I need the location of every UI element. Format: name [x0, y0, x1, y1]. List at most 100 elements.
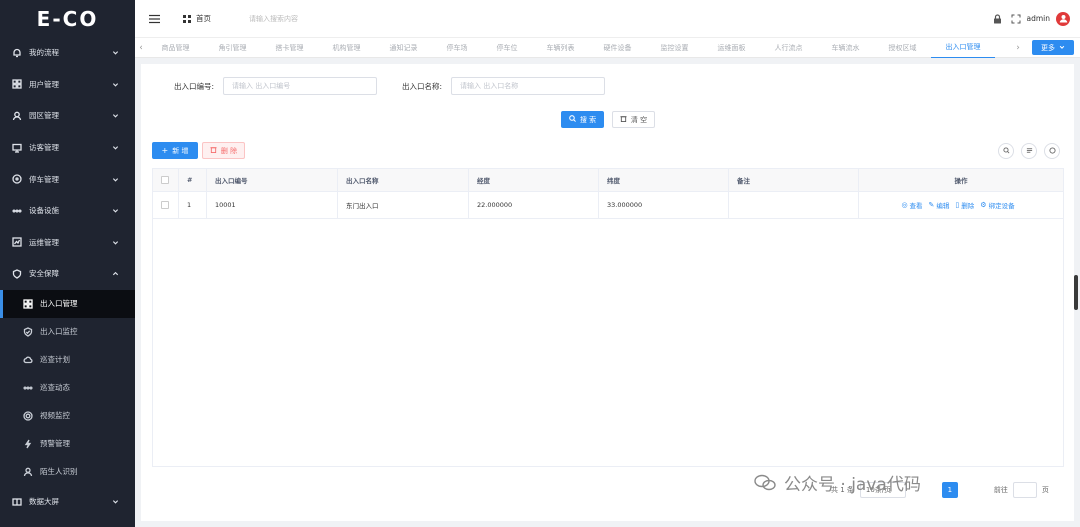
delete-button[interactable]: 删 除: [202, 142, 245, 159]
name-filter-input[interactable]: [451, 77, 605, 95]
plus-icon: +: [161, 146, 169, 155]
edit-action[interactable]: ✎ 编辑: [929, 200, 950, 210]
toggle-search-button[interactable]: [998, 143, 1014, 159]
refresh-icon: [1026, 147, 1033, 156]
table-header: # 出入口编号 出入口名称 经度 纬度 备注 操作: [153, 169, 1063, 192]
row-checkbox[interactable]: [161, 201, 169, 209]
tab-item[interactable]: 通知记录: [375, 37, 432, 58]
sidebar-subitem-3[interactable]: 巡查动态: [0, 374, 135, 402]
view-action[interactable]: ◎ 查看: [901, 200, 922, 210]
tab-item[interactable]: 硬件设备: [589, 37, 646, 58]
tab-item[interactable]: 出入口管理: [931, 37, 995, 58]
sidebar-subitem-2[interactable]: 巡查计划: [0, 346, 135, 374]
screen-icon: [11, 496, 23, 508]
chevron-down-icon: [111, 144, 119, 152]
goto-input[interactable]: [1012, 482, 1037, 498]
tab-item[interactable]: 停车场: [432, 37, 482, 58]
code-filter-input[interactable]: [223, 77, 377, 95]
sidebar-subitem-6[interactable]: 陌生人识别: [0, 458, 135, 486]
delete-action-label: 删除: [961, 202, 975, 210]
sidebar-item-label: 我的流程: [29, 48, 59, 58]
sidebar-subitem-label: 视频监控: [40, 411, 70, 421]
clear-button[interactable]: 清 空: [612, 111, 655, 128]
filter-form: 出入口编号: 出入口名称:: [141, 77, 1074, 95]
sidebar-item-4[interactable]: 停车管理: [0, 163, 135, 195]
user-name[interactable]: admin: [1027, 14, 1051, 23]
tab-item[interactable]: 机构管理: [318, 37, 375, 58]
top-header: 首页 admin: [135, 0, 1080, 37]
search-icon: [569, 115, 576, 124]
sidebar-subitem-label: 巡查计划: [40, 355, 70, 365]
breadcrumb-home-label: 首页: [196, 14, 211, 23]
sidebar-item-6[interactable]: 运维管理: [0, 227, 135, 259]
search-icon: [1048, 146, 1056, 156]
tab-item[interactable]: 商品管理: [147, 37, 204, 58]
more-tabs-button[interactable]: 更多: [1032, 40, 1074, 55]
search-button[interactable]: 搜 索: [561, 111, 604, 128]
grid-icon: [11, 78, 23, 90]
refresh-button[interactable]: [1021, 143, 1037, 159]
tab-item[interactable]: 授权区域: [874, 37, 931, 58]
row-actions: ◎ 查看 ✎ 编辑 ▯ 删除 ⚙ 绑定设备: [859, 192, 1063, 218]
camera-icon: [22, 410, 34, 422]
tab-item[interactable]: 角引管理: [204, 37, 261, 58]
tab-item[interactable]: 车辆列表: [532, 37, 589, 58]
select-all-cell: [153, 169, 179, 191]
tab-scroll-right-icon[interactable]: ›: [1012, 37, 1024, 58]
lock-icon[interactable]: [993, 13, 1003, 24]
tab-item[interactable]: 运维面板: [703, 37, 760, 58]
wechat-icon: [754, 474, 776, 492]
gear-icon: ⚙: [980, 201, 987, 209]
chevron-down-icon: [111, 238, 119, 246]
select-all-checkbox[interactable]: [161, 176, 169, 184]
sidebar-subitem-1[interactable]: 出入口监控: [0, 318, 135, 346]
tab-item[interactable]: 人行流点: [760, 37, 817, 58]
name-filter-label: 出入口名称:: [402, 82, 443, 91]
fullscreen-icon[interactable]: [1011, 14, 1021, 24]
tab-item[interactable]: 车辆流水: [817, 37, 874, 58]
sidebar-item-label: 运维管理: [29, 237, 59, 247]
sidebar-item-0[interactable]: 我的流程: [0, 37, 135, 69]
sidebar-item-2[interactable]: 园区管理: [0, 100, 135, 132]
chevron-down-icon: [111, 80, 119, 88]
column-settings-button[interactable]: [1044, 143, 1060, 159]
edit-action-label: 编辑: [936, 202, 950, 210]
page-scrollbar[interactable]: [1074, 275, 1078, 310]
column-header: 操作: [954, 177, 968, 185]
grid-icon: [183, 14, 191, 23]
sidebar-subitem-0[interactable]: 出入口管理: [0, 289, 135, 318]
compass-icon: [11, 173, 23, 185]
tab-item[interactable]: 监控设置: [646, 37, 703, 58]
breadcrumb-home[interactable]: 首页: [183, 13, 211, 24]
bell-icon: [11, 47, 23, 59]
menu-toggle-icon[interactable]: [149, 13, 161, 25]
avatar[interactable]: [1056, 11, 1070, 26]
column-header: 备注: [729, 169, 859, 191]
column-header: 经度: [469, 169, 599, 191]
clear-button-label: 清 空: [630, 115, 648, 124]
sidebar: E-CO 我的流程 用户管理 园区管理 访客管理 停车管理 设备设施 运维管理 安全保障 出入…: [0, 0, 135, 527]
delete-action[interactable]: ▯ 删除: [955, 200, 974, 210]
chevron-down-icon: [111, 207, 119, 215]
page-number[interactable]: 1: [941, 482, 958, 498]
sidebar-subitem-5[interactable]: 预警管理: [0, 430, 135, 458]
sidebar-item-1[interactable]: 用户管理: [0, 69, 135, 101]
add-button-label: 新 增: [172, 146, 189, 155]
sidebar-item-7[interactable]: 安全保障: [0, 258, 135, 290]
sidebar-item-data-screen[interactable]: 数据大屏: [0, 486, 135, 518]
bind-device-action[interactable]: ⚙ 绑定设备: [980, 200, 1014, 210]
chevron-down-icon: [111, 112, 119, 120]
code-filter-label: 出入口编号:: [174, 82, 215, 91]
sidebar-item-5[interactable]: 设备设施: [0, 195, 135, 227]
global-search-input[interactable]: [249, 14, 449, 23]
tab-item[interactable]: 搭卡管理: [261, 37, 318, 58]
sidebar-item-3[interactable]: 访客管理: [0, 132, 135, 164]
main-content: 出入口编号: 出入口名称: 搜 索 清 空 + 新 增 删 除: [141, 64, 1074, 521]
column-header: 出入口名称: [338, 169, 469, 191]
tab-scroll-left-icon[interactable]: ‹: [135, 37, 147, 58]
tab-item[interactable]: 停车位: [482, 37, 532, 58]
add-button[interactable]: + 新 增: [152, 142, 198, 159]
sidebar-subitem-4[interactable]: 视频监控: [0, 402, 135, 430]
edit-icon: ✎: [928, 201, 935, 209]
watermark-text: 公众号 · java代码: [784, 475, 921, 495]
